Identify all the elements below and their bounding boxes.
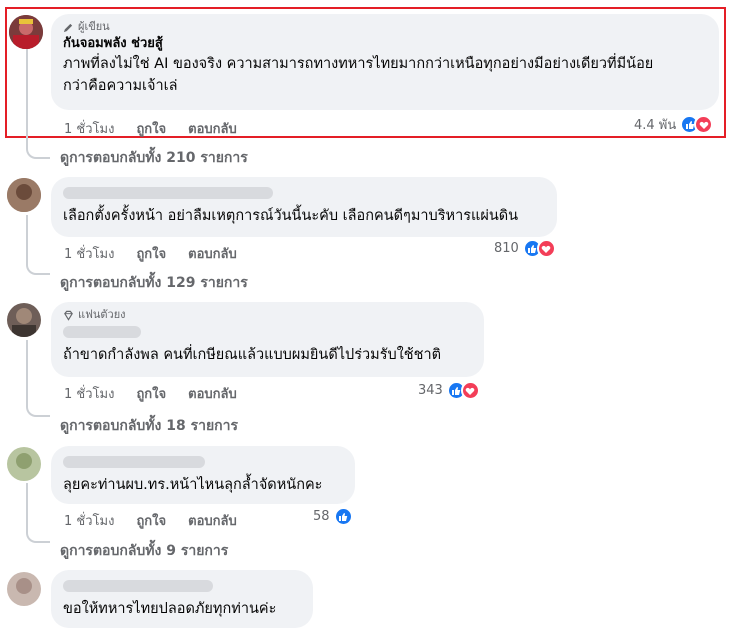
comment-time[interactable]: 1 ชั่วโมง: [64, 243, 114, 264]
comment-bubble: ผู้เขียน กันจอมพลัง ช่วยสู้ ภาพที่ลงไม่ใ…: [51, 14, 719, 110]
love-reaction-icon: [536, 239, 556, 258]
comment-actions: 1 ชั่วโมง ถูกใจ ตอบกลับ: [64, 118, 237, 139]
comment-actions: 1 ชั่วโมง ถูกใจ ตอบกลับ: [64, 383, 237, 404]
avatar[interactable]: [9, 15, 43, 49]
view-replies-link[interactable]: ดูการตอบกลับทั้ง 129 รายการ: [60, 272, 248, 294]
avatar[interactable]: [7, 447, 41, 481]
love-reaction-icon: [460, 381, 480, 400]
reaction-summary[interactable]: 810: [494, 239, 556, 258]
reaction-count: 58: [313, 509, 330, 524]
comment-actions: 1 ชั่วโมง ถูกใจ ตอบกลับ: [64, 510, 237, 531]
pencil-icon: [63, 23, 73, 32]
reply-thread-line: [26, 483, 50, 543]
comment-actions: 1 ชั่วโมง ถูกใจ ตอบกลับ: [64, 243, 237, 264]
reply-thread-line: [26, 44, 50, 159]
view-replies-link[interactable]: ดูการตอบกลับทั้ง 18 รายการ: [60, 415, 238, 437]
reaction-summary[interactable]: 58: [313, 507, 353, 526]
blurred-author-name[interactable]: [63, 580, 213, 592]
avatar-image-icon: [7, 178, 41, 212]
reply-thread-line: [26, 340, 50, 417]
blurred-author-name[interactable]: [63, 187, 273, 199]
reply-button[interactable]: ตอบกลับ: [188, 118, 237, 139]
avatar-image-icon: [9, 15, 43, 49]
blurred-author-name[interactable]: [63, 326, 141, 338]
reaction-summary[interactable]: 4.4 พัน: [634, 114, 714, 135]
reaction-count: 4.4 พัน: [634, 118, 677, 133]
comment-bubble: ลุยคะท่านผบ.ทร.หน้าไหนลุกล้ำจัดหนักคะ: [51, 446, 355, 504]
reply-button[interactable]: ตอบกลับ: [188, 383, 237, 404]
like-button[interactable]: ถูกใจ: [136, 118, 166, 139]
comment-bubble: ขอให้ทหารไทยปลอดภัยทุกท่านค่ะ: [51, 570, 313, 628]
fan-badge: แฟนตัวยง: [63, 308, 472, 322]
comment-bubble: เลือกตั้งครั้งหน้า อย่าลืมเหตุการณ์วันนี…: [51, 177, 557, 237]
comment-text-line: ขอให้ทหารไทยปลอดภัยทุกท่านค่ะ: [63, 601, 277, 617]
avatar[interactable]: [7, 303, 41, 337]
avatar[interactable]: [7, 178, 41, 212]
comment-text-line: กว่าคือความเจ้าเล่: [63, 78, 178, 94]
reaction-summary[interactable]: 343: [418, 381, 480, 400]
like-reaction-icon: [333, 507, 353, 526]
comment-time[interactable]: 1 ชั่วโมง: [64, 383, 114, 404]
diamond-icon: [64, 310, 73, 321]
love-reaction-icon: [694, 115, 714, 134]
avatar-image-icon: [7, 572, 41, 606]
reply-thread-line: [26, 215, 50, 275]
like-button[interactable]: ถูกใจ: [136, 243, 166, 264]
avatar-image-icon: [7, 303, 41, 337]
comment-time[interactable]: 1 ชั่วโมง: [64, 510, 114, 531]
view-replies-link[interactable]: ดูการตอบกลับทั้ง 9 รายการ: [60, 540, 228, 562]
comment-bubble: แฟนตัวยง ถ้าขาดกำลังพล คนที่เกษียณแล้วแบ…: [51, 302, 484, 377]
comment-text-line: ถ้าขาดกำลังพล คนที่เกษียณแล้วแบบผมยินดีไ…: [63, 347, 442, 363]
blurred-author-name[interactable]: [63, 456, 205, 468]
avatar[interactable]: [7, 572, 41, 606]
comment-author[interactable]: กันจอมพลัง ช่วยสู้: [63, 35, 707, 53]
view-replies-link[interactable]: ดูการตอบกลับทั้ง 210 รายการ: [60, 147, 248, 169]
like-button[interactable]: ถูกใจ: [136, 383, 166, 404]
badge-label: ผู้เขียน: [78, 20, 110, 33]
comment-text-line: ลุยคะท่านผบ.ทร.หน้าไหนลุกล้ำจัดหนักคะ: [63, 477, 323, 493]
avatar-image-icon: [7, 447, 41, 481]
reply-button[interactable]: ตอบกลับ: [188, 243, 237, 264]
reply-button[interactable]: ตอบกลับ: [188, 510, 237, 531]
comment-text-line: ภาพที่ลงไม่ใช่ AI ของจริง ความสามารถทางท…: [63, 56, 654, 72]
badge-label: แฟนตัวยง: [78, 308, 126, 321]
comment-text-line: เลือกตั้งครั้งหน้า อย่าลืมเหตุการณ์วันนี…: [63, 208, 519, 224]
author-badge: ผู้เขียน: [63, 20, 707, 34]
reaction-count: 343: [418, 383, 443, 398]
comment-time[interactable]: 1 ชั่วโมง: [64, 118, 114, 139]
like-button[interactable]: ถูกใจ: [136, 510, 166, 531]
reaction-count: 810: [494, 241, 519, 256]
